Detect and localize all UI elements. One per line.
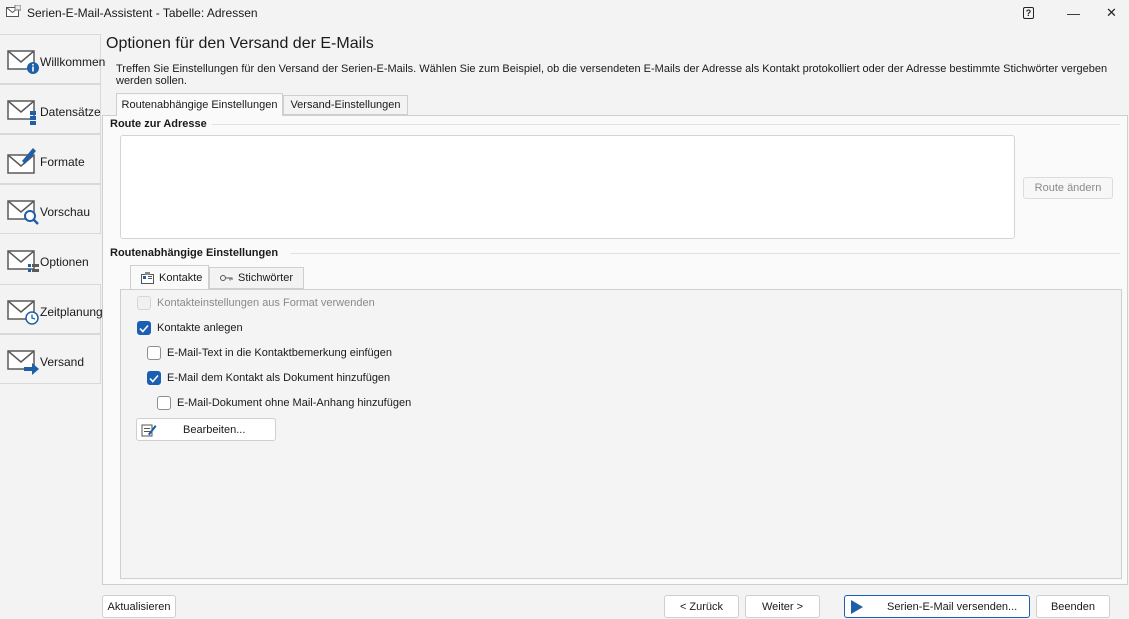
- divider: [212, 124, 1120, 125]
- sidebar-item-label: Datensätze: [40, 105, 101, 119]
- tab-label: Stichwörter: [238, 272, 294, 284]
- mail-records-icon: [7, 100, 36, 125]
- sidebar-item-label: Zeitplanung: [40, 305, 103, 319]
- sidebar-item-optionen[interactable]: Optionen: [0, 234, 101, 284]
- sidebar-item-label: Vorschau: [40, 205, 91, 219]
- route-display: [120, 135, 1015, 239]
- checkmark-icon: [149, 374, 159, 383]
- divider: [290, 253, 1120, 254]
- checkmark-icon: [139, 324, 149, 333]
- checkbox-email-text-kontaktbemerkung[interactable]: E-Mail-Text in die Kontaktbemerkung einf…: [147, 346, 392, 360]
- settings-group-header: Routenabhängige Einstellungen: [110, 247, 279, 259]
- tab-routenabhaengige-einstellungen[interactable]: Routenabhängige Einstellungen: [116, 93, 283, 116]
- mail-info-icon: [7, 50, 39, 74]
- change-route-button[interactable]: Route ändern: [1023, 177, 1113, 199]
- send-button-label: Serien-E-Mail versenden...: [887, 600, 1018, 613]
- page-title: Optionen für den Versand der E-Mails: [106, 35, 374, 52]
- send-mail-button[interactable]: Serien-E-Mail versenden...: [844, 595, 1030, 618]
- checkbox-label: E-Mail dem Kontakt als Dokument hinzufüg…: [167, 372, 391, 384]
- edit-button-label: Bearbeiten...: [183, 423, 246, 436]
- sidebar-item-label: Formate: [40, 155, 85, 169]
- close-icon: ✕: [1106, 5, 1117, 20]
- mail-search-icon: [7, 200, 39, 225]
- page-description: Treffen Sie Einstellungen für den Versan…: [116, 63, 1108, 87]
- close-button[interactable]: Beenden: [1036, 595, 1110, 618]
- next-button[interactable]: Weiter >: [745, 595, 820, 618]
- checkbox-label: Kontakte anlegen: [157, 322, 243, 334]
- checkbox-label: E-Mail-Dokument ohne Mail-Anhang hinzufü…: [177, 397, 412, 409]
- checkbox-label: E-Mail-Text in die Kontaktbemerkung einf…: [167, 347, 393, 359]
- sidebar-item-label: Willkommen: [40, 55, 106, 69]
- sidebar-item-formate[interactable]: Formate: [0, 134, 101, 184]
- tab-stichwoerter[interactable]: Stichwörter: [209, 267, 304, 289]
- checkbox-email-dokument-ohne-anhang[interactable]: E-Mail-Dokument ohne Mail-Anhang hinzufü…: [157, 396, 411, 410]
- refresh-button[interactable]: Aktualisieren: [102, 595, 176, 618]
- sidebar-item-willkommen[interactable]: Willkommen: [0, 34, 105, 84]
- help-icon: ?: [1023, 7, 1034, 19]
- checkbox[interactable]: [157, 396, 171, 410]
- checkbox-email-als-dokument[interactable]: E-Mail dem Kontakt als Dokument hinzufüg…: [147, 371, 390, 385]
- window-title: Serien-E-Mail-Assistent - Tabelle: Adres…: [27, 6, 258, 20]
- sidebar-item-vorschau[interactable]: Vorschau: [0, 184, 101, 234]
- wizard-sidebar: Willkommen Datensätze Formate Vorschau O…: [0, 34, 105, 619]
- checkbox[interactable]: [147, 371, 161, 385]
- close-window-button[interactable]: ✕: [1089, 0, 1129, 26]
- app-mail-icon: [6, 5, 21, 17]
- play-icon: [851, 599, 863, 614]
- checkbox[interactable]: [137, 321, 151, 335]
- sidebar-item-label: Optionen: [40, 255, 89, 269]
- route-group-header: Route zur Adresse: [110, 118, 207, 130]
- checkbox-kontakteinstellungen-aus-format[interactable]: Kontakteinstellungen aus Format verwende…: [137, 296, 375, 310]
- checkbox-label: Kontakteinstellungen aus Format verwende…: [157, 297, 375, 309]
- mail-pen-icon: [7, 148, 36, 174]
- tab-label: Kontakte: [159, 271, 203, 284]
- tab-kontakte[interactable]: Kontakte: [130, 265, 209, 289]
- sidebar-item-versand[interactable]: Versand: [0, 334, 101, 384]
- back-button[interactable]: < Zurück: [664, 595, 739, 618]
- edit-icon: [141, 424, 157, 436]
- key-icon: [220, 275, 233, 281]
- sidebar-item-label: Versand: [40, 355, 85, 369]
- minimize-icon: —: [1067, 5, 1080, 21]
- mail-clock-icon: [7, 300, 39, 325]
- edit-button[interactable]: Bearbeiten...: [136, 418, 276, 441]
- mail-send-icon: [7, 350, 39, 375]
- help-button[interactable]: ?: [1006, 0, 1051, 26]
- tab-versand-einstellungen[interactable]: Versand-Einstellungen: [283, 95, 408, 115]
- sidebar-item-zeitplanung[interactable]: Zeitplanung: [0, 284, 103, 334]
- title-bar: Serien-E-Mail-Assistent - Tabelle: Adres…: [0, 0, 1129, 26]
- contacts-icon: [141, 271, 154, 284]
- sidebar-item-datensaetze[interactable]: Datensätze: [0, 84, 101, 134]
- checkbox[interactable]: [147, 346, 161, 360]
- mail-options-icon: [7, 250, 39, 272]
- checkbox-kontakte-anlegen[interactable]: Kontakte anlegen: [137, 321, 243, 335]
- checkbox[interactable]: [137, 296, 151, 310]
